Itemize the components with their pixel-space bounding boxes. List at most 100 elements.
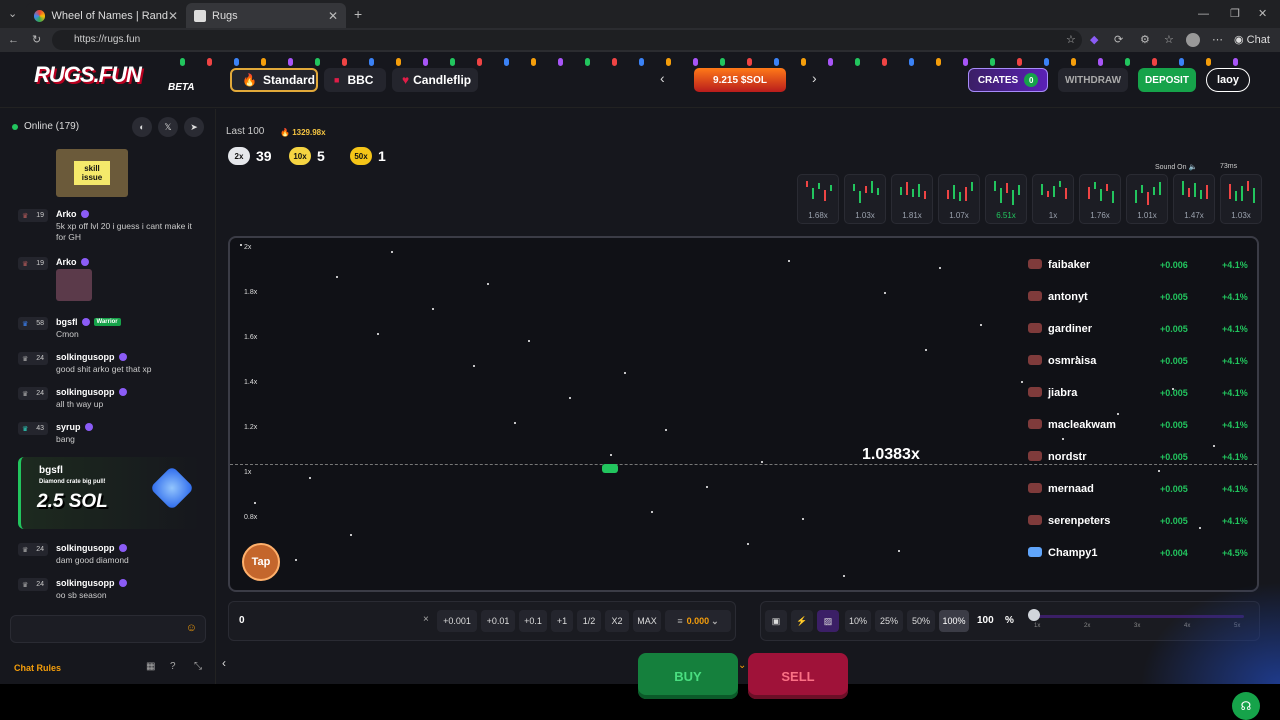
chat-username[interactable]: syrup <box>56 422 93 432</box>
add-0.001-button[interactable]: +0.001 <box>437 610 477 632</box>
lightning-icon[interactable]: ⚡ <box>791 610 813 632</box>
history-round-card[interactable]: 1.07x <box>938 174 980 224</box>
favorite-star-icon[interactable]: ☆ <box>1066 28 1076 52</box>
chat-username[interactable]: Arko <box>56 209 89 219</box>
pct-50-button[interactable]: 50% <box>907 610 935 632</box>
player-row[interactable]: osmraisa +0.005 +4.1% <box>1026 352 1254 372</box>
sound-toggle[interactable]: Sound On 🔈 <box>1155 163 1197 171</box>
player-row[interactable]: macleakwam +0.005 +4.1% <box>1026 416 1254 436</box>
profile-avatar[interactable] <box>1186 33 1200 47</box>
discord-icon[interactable]: ◐ <box>132 117 152 137</box>
player-row[interactable]: nordstr +0.005 +4.1% <box>1026 448 1254 468</box>
back-icon[interactable]: ← <box>8 28 19 52</box>
tab-search-icon[interactable]: ⌄ <box>8 2 17 26</box>
player-row[interactable]: jiabra +0.005 +4.1% <box>1026 384 1254 404</box>
collections-icon[interactable]: ☆ <box>1164 28 1174 52</box>
mode-candleflip-button[interactable]: ♥ Candleflip <box>392 68 478 92</box>
crates-button[interactable]: CRATES 0 <box>968 68 1048 92</box>
history-round-card[interactable]: 6.51x <box>985 174 1027 224</box>
max-button[interactable]: MAX <box>633 610 661 632</box>
pct-10-button[interactable]: 10% <box>845 610 871 632</box>
collapse-chat-icon[interactable]: ⤡ <box>194 661 202 672</box>
half-button[interactable]: 1/2 <box>577 610 601 632</box>
tab-wheel-of-names[interactable]: Wheel of Names | Random name pi ✕ <box>26 3 186 28</box>
refresh-icon[interactable]: ↻ <box>32 28 41 52</box>
close-window-icon[interactable]: ✕ <box>1258 2 1267 26</box>
player-row[interactable]: serenpeters +0.005 +4.1% <box>1026 512 1254 532</box>
add-0.01-button[interactable]: +0.01 <box>481 610 515 632</box>
history-round-card[interactable]: 1.81x <box>891 174 933 224</box>
sell-button[interactable]: SELL <box>748 653 848 699</box>
chat-username[interactable]: solkingusopp <box>56 352 127 362</box>
copilot-chat-icon[interactable]: ◉ Chat <box>1234 28 1270 52</box>
chat-username[interactable]: bgsfl Warrior <box>56 317 121 327</box>
history-round-card[interactable]: 1.03x <box>1220 174 1262 224</box>
deposit-button[interactable]: DEPOSIT <box>1138 68 1196 92</box>
minimize-icon[interactable]: — <box>1198 2 1209 26</box>
tap-button[interactable]: Tap <box>242 543 280 581</box>
chat-username[interactable]: solkingusopp <box>56 387 127 397</box>
collapse-panel-icon[interactable]: ‹ <box>222 656 236 672</box>
player-amount: +0.005 <box>1160 292 1188 302</box>
more-menu-icon[interactable]: ⋯ <box>1212 28 1223 52</box>
telegram-icon[interactable]: ➤ <box>184 117 204 137</box>
chat-username[interactable]: Arko <box>56 257 89 267</box>
chat-username[interactable]: solkingusopp <box>56 543 127 553</box>
history-round-card[interactable]: 1x <box>1032 174 1074 224</box>
help-icon[interactable]: ? <box>170 661 176 672</box>
extension-icon[interactable]: ◆ <box>1090 28 1098 52</box>
chat-input[interactable]: ☺ <box>10 615 206 643</box>
url-input[interactable]: https://rugs.fun <box>52 30 1082 50</box>
support-chat-icon[interactable]: ☊ <box>1232 692 1260 720</box>
close-tab-icon[interactable]: ✕ <box>168 9 178 23</box>
clear-amount-button[interactable]: × <box>423 614 429 625</box>
pct-25-button[interactable]: 25% <box>875 610 903 632</box>
mode-bbc-button[interactable]: ■ BBC <box>324 68 386 92</box>
prev-arrow-icon[interactable]: ‹ <box>660 70 665 86</box>
player-row[interactable]: gardiner +0.005 +4.1% <box>1026 320 1254 340</box>
player-row[interactable]: Champy1 +0.004 +4.5% <box>1026 544 1254 564</box>
skill-issue-sign: skill issue <box>74 161 110 185</box>
pct-value-input[interactable]: 100 <box>977 615 994 626</box>
history-round-card[interactable]: 1.47x <box>1173 174 1215 224</box>
mode-standard-button[interactable]: 🔥 Standard <box>230 68 318 92</box>
buy-button[interactable]: BUY <box>638 653 738 699</box>
bet-amount-input[interactable]: 0 <box>239 615 245 626</box>
player-row[interactable]: antonyt +0.005 +4.1% <box>1026 288 1254 308</box>
history-round-card[interactable]: 1.68x <box>797 174 839 224</box>
history-round-card[interactable]: 1.76x <box>1079 174 1121 224</box>
star-decoration <box>1021 381 1023 383</box>
user-menu-button[interactable]: laoy <box>1206 68 1250 92</box>
chart-mode-icon[interactable]: ▨ <box>817 610 839 632</box>
tab-rugs[interactable]: Rugs ✕ <box>186 3 346 28</box>
emoji-icon[interactable]: ☺ <box>186 622 197 634</box>
new-tab-icon[interactable]: + <box>354 2 362 26</box>
history-round-card[interactable]: 1.03x <box>844 174 886 224</box>
add-0.1-button[interactable]: +0.1 <box>519 610 547 632</box>
x-twitter-icon[interactable]: 𝕏 <box>158 117 178 137</box>
player-row[interactable]: mernaad +0.005 +4.1% <box>1026 480 1254 500</box>
chat-rules-link[interactable]: Chat Rules <box>14 663 61 673</box>
crate-icon[interactable]: ▣ <box>765 610 787 632</box>
balance-display[interactable]: ≡ 0.000 ⌄ <box>665 610 731 632</box>
player-row[interactable]: faibaker +0.006 +4.1% <box>1026 256 1254 276</box>
leverage-slider-knob[interactable] <box>1028 609 1040 621</box>
history-round-card[interactable]: 1.01x <box>1126 174 1168 224</box>
site-logo[interactable]: RUGS.FUN <box>34 62 142 88</box>
crate-pull-user: bgsfl <box>39 465 63 476</box>
star-decoration <box>391 251 393 253</box>
add-1-button[interactable]: +1 <box>551 610 573 632</box>
rank-icon: ♛ <box>22 390 29 398</box>
restore-icon[interactable]: ❐ <box>1230 2 1240 26</box>
browser-sync-icon[interactable]: ⟳ <box>1114 28 1123 52</box>
chat-username[interactable]: solkingusopp <box>56 578 127 588</box>
expand-down-icon[interactable]: ⌄ <box>738 660 746 671</box>
withdraw-button[interactable]: WITHDRAW <box>1058 68 1128 92</box>
next-arrow-icon[interactable]: › <box>812 70 817 86</box>
settings-icon[interactable]: ⚙ <box>1140 28 1150 52</box>
leaderboard-icon[interactable]: ▦ <box>146 661 155 672</box>
double-button[interactable]: X2 <box>605 610 629 632</box>
pct-100-button[interactable]: 100% <box>939 610 969 632</box>
game-chart[interactable]: 2x 1.8x 1.6x 1.4x 1.2x 1x 0.8x 1.0383x T… <box>228 236 1259 592</box>
close-tab-icon[interactable]: ✕ <box>328 9 338 23</box>
